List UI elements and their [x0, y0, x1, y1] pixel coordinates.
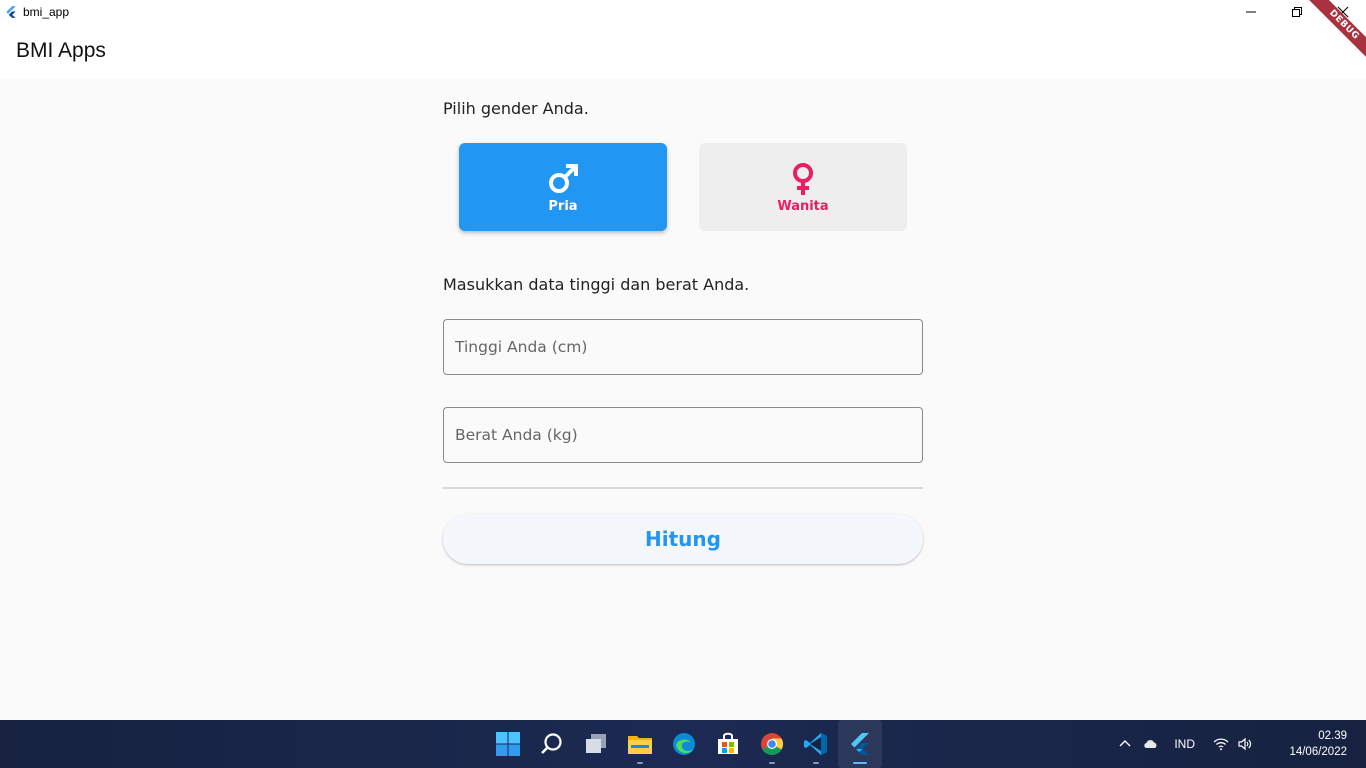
calculate-button[interactable]: Hitung — [443, 514, 923, 564]
edge-button[interactable] — [662, 720, 706, 768]
clock[interactable]: 02.39 14/06/2022 — [1275, 728, 1347, 760]
cloud-icon — [1144, 740, 1157, 748]
wifi-button[interactable] — [1209, 736, 1233, 752]
restore-button[interactable] — [1274, 0, 1320, 24]
gender-option-wanita[interactable]: Wanita — [699, 143, 907, 231]
chrome-button[interactable] — [750, 720, 794, 768]
clock-date: 14/06/2022 — [1289, 746, 1347, 758]
weight-field — [443, 407, 923, 463]
flutter-app-icon — [6, 6, 16, 18]
close-icon — [1337, 6, 1349, 18]
female-icon — [793, 162, 813, 195]
restore-icon — [1292, 7, 1302, 17]
running-indicator — [769, 762, 775, 764]
chevron-up-icon — [1119, 740, 1131, 747]
taskbar-apps — [486, 720, 882, 768]
edge-icon — [673, 733, 695, 755]
start-button[interactable] — [486, 720, 530, 768]
flutter-app-button[interactable] — [838, 720, 882, 768]
taskbar-search-button[interactable] — [530, 720, 574, 768]
search-icon — [541, 733, 562, 754]
store-icon — [718, 732, 738, 754]
onedrive-button[interactable] — [1138, 736, 1162, 752]
running-indicator — [813, 762, 819, 764]
height-input[interactable] — [444, 320, 922, 374]
minimize-button[interactable] — [1228, 0, 1274, 24]
window-title: bmi_app — [23, 5, 70, 19]
running-indicator — [637, 762, 643, 764]
app-title: BMI Apps — [16, 39, 106, 62]
volume-icon — [1238, 737, 1252, 751]
vscode-icon — [804, 733, 827, 755]
task-view-icon — [586, 734, 606, 753]
gender-option-label: Wanita — [777, 198, 829, 214]
height-field — [443, 319, 923, 375]
taskbar: IND 02.39 14/06/2022 — [0, 720, 1366, 768]
start-icon — [496, 732, 520, 756]
gender-prompt: Pilih gender Anda. — [443, 99, 589, 118]
measurement-prompt: Masukkan data tinggi dan berat Anda. — [443, 275, 750, 294]
wifi-icon — [1213, 738, 1229, 751]
gender-selector: Pria Wanita — [459, 143, 907, 231]
vscode-button[interactable] — [794, 720, 838, 768]
close-button[interactable] — [1320, 0, 1366, 24]
male-icon — [549, 163, 578, 193]
flutter-icon — [851, 733, 869, 755]
file-explorer-button[interactable] — [618, 720, 662, 768]
chrome-icon — [761, 733, 783, 755]
app-bar: BMI Apps — [0, 24, 1366, 79]
task-view-button[interactable] — [574, 720, 618, 768]
window-title-bar: bmi_app — [0, 0, 1366, 24]
gender-option-label: Pria — [548, 198, 578, 214]
system-tray: IND 02.39 14/06/2022 — [1112, 720, 1366, 768]
calculate-button-label: Hitung — [645, 527, 721, 551]
show-hidden-icons-button[interactable] — [1112, 736, 1138, 752]
gender-option-pria[interactable]: Pria — [459, 143, 667, 231]
store-button[interactable] — [706, 720, 750, 768]
minimize-icon — [1246, 11, 1256, 13]
volume-button[interactable] — [1233, 736, 1257, 752]
clock-time: 02.39 — [1318, 730, 1347, 742]
divider — [443, 487, 923, 489]
input-language[interactable]: IND — [1174, 737, 1195, 751]
active-indicator — [853, 762, 867, 764]
file-explorer-icon — [628, 736, 652, 754]
window-controls — [1228, 0, 1366, 24]
weight-input[interactable] — [444, 408, 922, 462]
